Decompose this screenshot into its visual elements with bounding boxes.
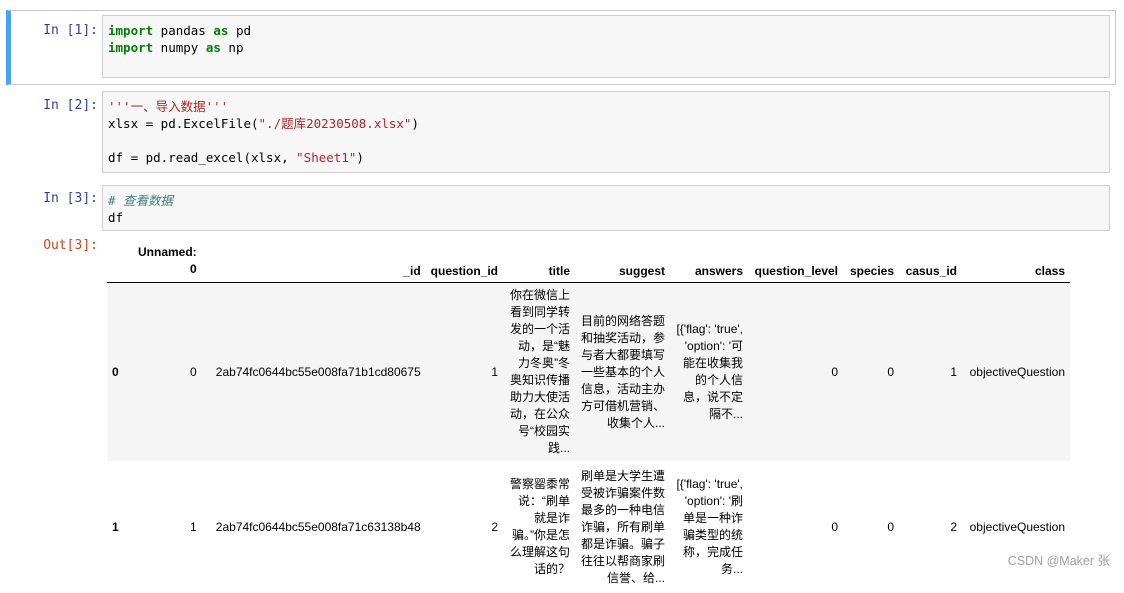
- cell-question-level: 0: [831, 365, 839, 379]
- output-prompt: Out[3]:: [43, 238, 98, 253]
- cell-question-id: 2: [491, 520, 499, 534]
- column-header-unnamed: Unnamed: 0: [133, 240, 202, 283]
- column-header-species: species: [843, 240, 900, 283]
- cell-1-prompt: In [1]:: [43, 23, 98, 38]
- column-header-class: class: [962, 240, 1071, 283]
- cell-id: 2ab74fc0644bc55e008fa71b1cd80675: [215, 365, 421, 379]
- cell-species: 0: [887, 520, 895, 534]
- code-string: "./题库20230508.xlsx": [258, 116, 412, 131]
- cell-3-prompt: In [3]:: [43, 191, 98, 206]
- code-text: df = pd.read_excel(xlsx,: [108, 150, 297, 165]
- code-line: [108, 132, 1104, 149]
- code-text: np: [220, 40, 244, 55]
- cell-question-level: 0: [831, 520, 839, 534]
- code-text: df: [108, 210, 124, 225]
- code-string: "Sheet1": [296, 150, 357, 165]
- code-line: df = pd.read_excel(xlsx, "Sheet1"): [108, 149, 1104, 166]
- cell-unnamed: 0: [189, 365, 197, 379]
- cell-class: objectiveQuestion: [969, 365, 1066, 379]
- code-keyword: import: [108, 23, 154, 38]
- cell-2-prompt: In [2]:: [43, 98, 98, 113]
- cell-casus-id: 1: [950, 365, 958, 379]
- cell-title: 警察罂黍常说：“刷单就是诈骗。”你是怎么理解这句话的？: [510, 477, 571, 576]
- code-line: df: [108, 209, 1104, 226]
- cell-3-input[interactable]: # 查看数据 df: [102, 185, 1110, 231]
- row-index: 1: [112, 520, 119, 534]
- code-text: numpy: [153, 40, 206, 55]
- cell-suggest: 刷单是大学生遭受被诈骗案件数最多的一种电信诈骗，所有刷单都是诈骗。骗子往往以帮商…: [581, 468, 666, 585]
- cell-title: 你在微信上看到同学转发的一个活动，是“魅力冬奥”冬奥知识传播助力大使活动，在公众…: [510, 288, 571, 455]
- code-text: pd: [228, 23, 252, 38]
- index-header: [107, 240, 133, 283]
- column-header-question-id: question_id: [425, 240, 504, 283]
- cell-question-id: 1: [491, 365, 499, 379]
- cell-suggest: 目前的网络答题和抽奖活动，参与者大都要填写一些基本的个人信息，活动主办方可借机营…: [581, 313, 666, 430]
- cell-1-input[interactable]: import pandas as pd import numpy as np: [102, 15, 1110, 78]
- table-header-row: Unnamed: 0 _id question_id title suggest…: [107, 240, 1071, 283]
- cell-answers: [{'flag': 'true', 'option': '刷单是一种诈骗类型的统…: [676, 477, 744, 576]
- code-text: xlsx = pd.ExcelFile(: [108, 116, 259, 131]
- cell-species: 0: [887, 365, 895, 379]
- code-keyword: as: [205, 40, 221, 55]
- table-row: 1 1 2ab74fc0644bc55e008fa71c63138b48 2 警…: [107, 461, 1070, 593]
- cell-answers: [{'flag': 'true', 'option': '可能在收集我的个人信息…: [676, 322, 744, 421]
- column-header-id: _id: [201, 240, 426, 283]
- table-row: 0 0 2ab74fc0644bc55e008fa71b1cd80675 1 你…: [107, 282, 1071, 461]
- csdn-watermark: CSDN @Maker 张: [1007, 554, 1110, 568]
- code-text: ): [356, 150, 364, 165]
- cell-id: 2ab74fc0644bc55e008fa71c63138b48: [215, 520, 421, 534]
- code-line: import pandas as pd: [108, 22, 1104, 39]
- code-text: ): [411, 116, 419, 131]
- code-keyword: import: [108, 40, 154, 55]
- code-comment: # 查看数据: [108, 193, 174, 208]
- dataframe-table: Unnamed: 0 _id question_id title suggest…: [107, 240, 1071, 593]
- column-header-casus-id: casus_id: [899, 240, 963, 283]
- code-text: pandas: [153, 23, 214, 38]
- column-header-question-level: question_level: [748, 240, 844, 283]
- code-keyword: as: [213, 23, 229, 38]
- cell-2-input[interactable]: '''一、导入数据''' xlsx = pd.ExcelFile("./题库202…: [102, 91, 1110, 173]
- code-line: import numpy as np: [108, 39, 1104, 56]
- column-header-answers: answers: [670, 240, 749, 283]
- cell-class: objectiveQuestion: [969, 520, 1066, 534]
- column-header-title: title: [503, 240, 576, 283]
- code-string: '''一、导入数据''': [108, 99, 229, 114]
- column-header-suggest: suggest: [575, 240, 671, 283]
- cell-casus-id: 2: [950, 520, 958, 534]
- code-line: xlsx = pd.ExcelFile("./题库20230508.xlsx"): [108, 115, 1104, 132]
- row-index: 0: [112, 365, 119, 379]
- code-line: '''一、导入数据''': [108, 98, 1104, 115]
- code-line: # 查看数据: [108, 192, 1104, 209]
- cell-unnamed: 1: [189, 520, 197, 534]
